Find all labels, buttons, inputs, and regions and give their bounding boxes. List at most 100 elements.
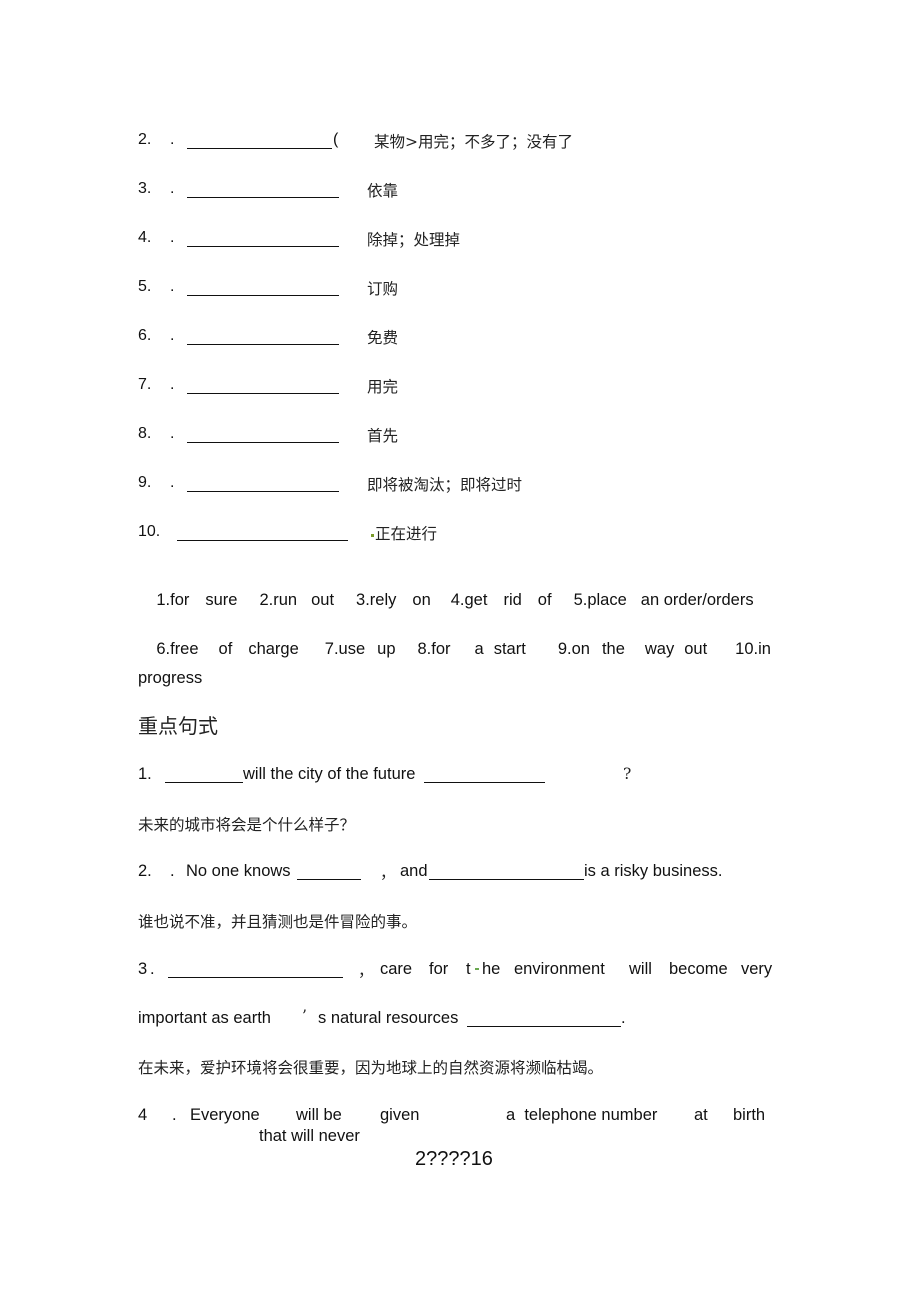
sentence-translation: 未来的城市将会是个什么样子？ — [138, 816, 356, 834]
sentence-word: given — [380, 1106, 420, 1124]
answer-blank[interactable] — [165, 782, 243, 783]
answer-token: 7.use — [324, 640, 366, 658]
artifact-mark — [371, 533, 374, 537]
sentence-word: care — [380, 960, 413, 978]
answer-blank[interactable] — [187, 246, 339, 247]
sentence-number: 3 — [138, 960, 148, 978]
answer-token: of — [537, 591, 552, 609]
sentence-word: very — [741, 960, 773, 978]
answer-blank[interactable] — [168, 977, 343, 978]
sentence-translation: 谁也说不准，并且猜测也是件冒险的事。 — [138, 913, 418, 931]
answer-blank[interactable] — [187, 442, 339, 443]
answer-token: 8.for — [417, 640, 451, 658]
answer-token: sure — [205, 591, 238, 609]
item-meaning: 某物>用完；不多了；没有了 — [374, 133, 573, 151]
sentence-text: s natural resources — [318, 1009, 459, 1027]
sentence-number: 2. — [138, 862, 152, 880]
answer-line-2: 6.free of charge 7.use up 8.for a start 9.on the w… — [138, 621, 771, 678]
item-meaning: 依靠 — [367, 182, 399, 200]
item-number: 7. — [138, 376, 152, 393]
item-dot: . — [170, 278, 175, 295]
page-footer: 2????16 — [415, 1148, 493, 1170]
answer-token: a — [474, 640, 484, 658]
answer-line-3: progress — [138, 669, 203, 687]
answer-blank[interactable] — [187, 491, 339, 492]
item-number: 5. — [138, 278, 152, 295]
answer-blank[interactable] — [187, 393, 339, 394]
item-number: 10. — [138, 523, 161, 540]
answer-token: of — [218, 640, 233, 658]
answer-blank[interactable] — [177, 540, 348, 541]
answer-token: rid — [503, 591, 522, 609]
sentence-word: environment — [514, 960, 605, 978]
sentence-word: will — [629, 960, 652, 978]
item-meaning: 即将被淘汰；即将过时 — [367, 476, 523, 494]
sentence-text: that will never — [259, 1127, 360, 1145]
sentence-dot: . — [172, 1106, 177, 1124]
item-meaning: 订购 — [367, 280, 399, 298]
item-dot: . — [170, 425, 175, 442]
item-meaning: 用完 — [367, 378, 399, 396]
sentence-comma: ， — [358, 962, 374, 980]
answer-token: out — [311, 591, 335, 609]
question-mark: ? — [623, 765, 632, 783]
item-dot: . — [170, 131, 175, 148]
sentence-number: 1. — [138, 765, 152, 783]
item-dot: . — [170, 474, 175, 491]
sentence-word: for — [429, 960, 449, 978]
sentence-word: become — [669, 960, 728, 978]
sentence-text: will the city of the future — [243, 765, 416, 783]
answer-blank[interactable] — [297, 879, 361, 880]
answer-token: on — [412, 591, 431, 609]
sentence-word: birth — [733, 1106, 766, 1124]
sentence-period: . — [621, 1009, 626, 1027]
sentence-text: No one knows — [186, 862, 291, 880]
item-dot: . — [170, 327, 175, 344]
answer-blank[interactable] — [424, 782, 545, 783]
sentence-word: he — [482, 960, 501, 978]
answer-blank[interactable] — [187, 197, 339, 198]
answer-blank[interactable] — [467, 1026, 621, 1027]
answer-token: 6.free — [156, 640, 199, 658]
answer-token: charge — [248, 640, 299, 658]
sentence-text: is a risky business. — [584, 862, 723, 880]
item-number: 3. — [138, 180, 152, 197]
section-title: 重点句式 — [138, 714, 218, 738]
item-meaning: 除掉；处理掉 — [367, 231, 461, 249]
item-number: 4. — [138, 229, 152, 246]
sentence-word: Everyone — [190, 1106, 260, 1124]
sentence-dot: . — [170, 862, 175, 880]
answer-token: the — [601, 640, 625, 658]
sentence-translation: 在未来，爱护环境将会很重要，因为地球上的自然资源将濒临枯竭。 — [138, 1059, 604, 1077]
item-meaning: 免费 — [367, 329, 399, 347]
answer-token: 9.on — [557, 640, 590, 658]
answer-blank[interactable] — [187, 344, 339, 345]
answer-blank[interactable] — [429, 879, 584, 880]
item-meaning: 首先 — [367, 427, 399, 445]
item-number: 8. — [138, 425, 152, 442]
answer-token: start — [493, 640, 526, 658]
sentence-text: important as earth — [138, 1009, 271, 1027]
sentence-word: a telephone number — [506, 1106, 658, 1124]
answer-token: up — [377, 640, 396, 658]
sentence-dot: . — [150, 960, 155, 978]
sentence-word: at — [694, 1106, 708, 1124]
item-meaning-wrap: 正在进行 — [371, 522, 437, 544]
sentence-comma: ， — [380, 864, 396, 882]
answer-token: 2.run — [259, 591, 298, 609]
item-dot: . — [170, 229, 175, 246]
answer-token: out — [684, 640, 708, 658]
answer-token: way — [644, 640, 675, 658]
answer-blank[interactable] — [187, 295, 339, 296]
answer-token: 5.place — [573, 591, 627, 609]
sentence-word: will be — [296, 1106, 342, 1124]
item-number: 9. — [138, 474, 152, 491]
answer-token: an order/orders — [640, 591, 754, 609]
artifact-mark — [475, 968, 479, 970]
item-number: 6. — [138, 327, 152, 344]
item-number: 2. — [138, 131, 152, 148]
apostrophe: ’ — [302, 1007, 307, 1025]
item-dot: . — [170, 376, 175, 393]
sentence-text: and — [400, 862, 428, 880]
answer-blank[interactable] — [187, 148, 332, 149]
